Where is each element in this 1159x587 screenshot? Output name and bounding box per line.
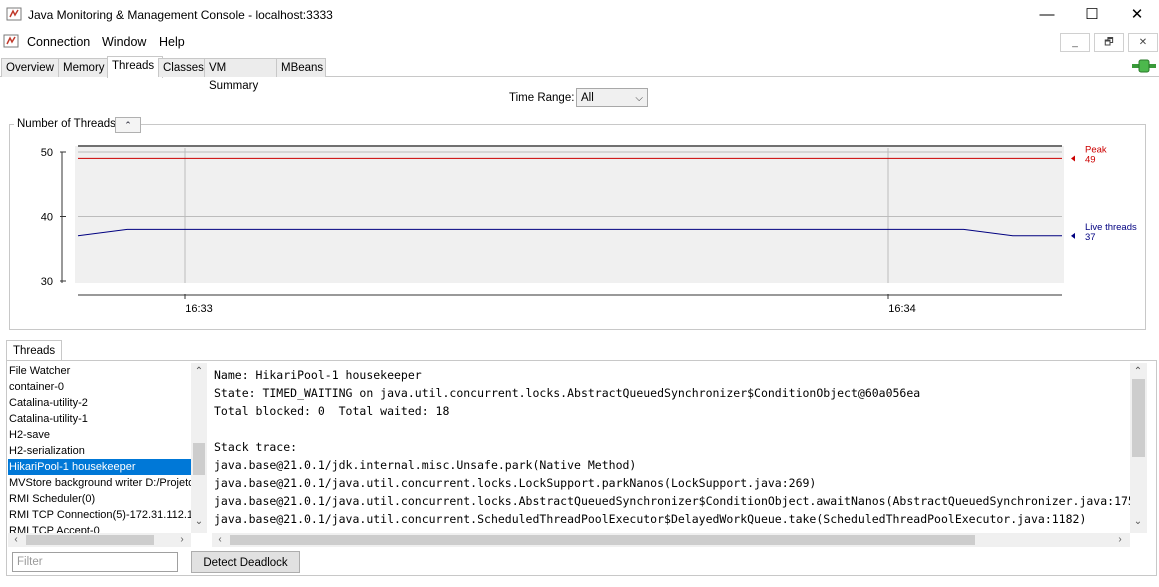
thread-list-item[interactable]: RMI TCP Connection(5)-172.31.112.1: [8, 507, 191, 523]
thread-list-vertical-scrollbar[interactable]: ⌃ ⌄: [191, 363, 207, 533]
y-tick-label: 50: [41, 147, 53, 159]
series-value-label: 37: [1085, 232, 1096, 243]
scrollbar-thumb[interactable]: [230, 535, 975, 545]
tab-threads-list[interactable]: Threads: [6, 340, 63, 361]
chevron-down-icon[interactable]: ⌄: [191, 515, 207, 529]
detail-line: Stack trace:: [214, 440, 298, 454]
chevron-up-icon[interactable]: ⌃: [1130, 365, 1146, 379]
series-value-label: 49: [1085, 154, 1096, 165]
scrollbar-thumb[interactable]: [26, 535, 154, 545]
thread-list-horizontal-scrollbar[interactable]: ‹ ›: [8, 533, 191, 547]
chevron-left-icon[interactable]: ‹: [8, 533, 24, 547]
detail-line: java.base@21.0.1/java.util.concurrent.Sc…: [214, 512, 1087, 526]
thread-detail-text[interactable]: Name: HikariPool-1 housekeeper State: TIM…: [212, 363, 1130, 533]
filter-input[interactable]: [12, 552, 178, 572]
detail-line: java.base@21.0.1/jdk.internal.misc.Unsaf…: [214, 458, 637, 472]
thread-list-item[interactable]: H2-serialization: [8, 443, 191, 459]
thread-list-item[interactable]: File Watcher: [8, 363, 191, 379]
thread-list-item[interactable]: RMI TCP Accept-0: [8, 523, 191, 533]
detail-vertical-scrollbar[interactable]: ⌃ ⌄: [1130, 363, 1147, 533]
x-tick-label: 16:33: [185, 303, 213, 315]
thread-list-item[interactable]: HikariPool-1 housekeeper: [8, 459, 191, 475]
chevron-down-icon[interactable]: ⌄: [1130, 515, 1146, 529]
x-tick-label: 16:34: [888, 303, 916, 315]
series-marker-icon: [1071, 155, 1075, 162]
chevron-right-icon[interactable]: ›: [174, 533, 190, 547]
scrollbar-thumb[interactable]: [1132, 379, 1145, 457]
thread-list-item[interactable]: RMI Scheduler(0): [8, 491, 191, 507]
detail-line: State: TIMED_WAITING on java.util.concur…: [214, 386, 921, 400]
detail-line: Total blocked: 0 Total waited: 18: [214, 404, 450, 418]
series-marker-icon: [1071, 232, 1075, 239]
threads-chart: 30405016:33 16:34Peak49Live threads37: [41, 144, 1137, 315]
thread-list-item[interactable]: MVStore background writer D:/Projeto: [8, 475, 191, 491]
chevron-right-icon[interactable]: ›: [1112, 533, 1128, 547]
chevron-left-icon[interactable]: ‹: [212, 533, 228, 547]
detail-horizontal-scrollbar[interactable]: ‹ ›: [212, 533, 1130, 547]
thread-list-item[interactable]: container-0: [8, 379, 191, 395]
thread-list-item[interactable]: H2-save: [8, 427, 191, 443]
chevron-up-icon[interactable]: ⌃: [191, 365, 207, 379]
detail-line: java.base@21.0.1/java.util.concurrent.lo…: [214, 476, 817, 490]
scrollbar-thumb[interactable]: [193, 443, 205, 475]
y-tick-label: 40: [41, 212, 53, 224]
thread-list[interactable]: File Watcher container-0 Catalina-utility-…: [8, 363, 191, 533]
thread-list-item[interactable]: Catalina-utility-1: [8, 411, 191, 427]
detail-line: java.base@21.0.1/java.util.concurrent.lo…: [214, 494, 1130, 508]
detail-line: Name: HikariPool-1 housekeeper: [214, 368, 422, 382]
y-tick-label: 30: [41, 276, 53, 288]
thread-list-item[interactable]: Catalina-utility-2: [8, 395, 191, 411]
detect-deadlock-button[interactable]: Detect Deadlock: [191, 551, 300, 573]
